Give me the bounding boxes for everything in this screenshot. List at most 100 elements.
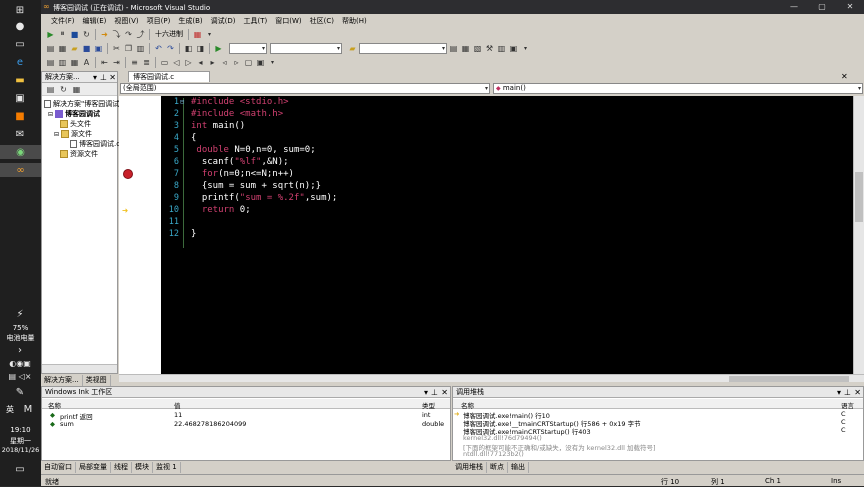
menu-help[interactable]: 帮助(H)	[338, 14, 371, 27]
window-layout-icon[interactable]: ▣	[508, 43, 519, 54]
hex-display-button[interactable]: 十六进制	[153, 29, 185, 39]
save-icon[interactable]: ■	[81, 43, 92, 54]
restart-icon[interactable]: ↻	[81, 29, 92, 40]
dropdown-arrow-icon[interactable]: ▾	[204, 29, 215, 40]
cut-icon[interactable]: ✂	[111, 43, 122, 54]
open-file-icon[interactable]: ▰	[69, 43, 80, 54]
mi-app-icon[interactable]: ■	[10, 109, 30, 123]
editor-gutter[interactable]	[119, 96, 161, 374]
ime-indicator[interactable]: 英	[0, 404, 20, 415]
break-all-icon[interactable]: ⏸	[57, 29, 68, 40]
task-view-icon[interactable]: ▭	[10, 37, 30, 51]
object-browser-icon[interactable]: ▧	[472, 43, 483, 54]
menu-tools[interactable]: 工具(T)	[239, 14, 271, 27]
stop-debugging-icon[interactable]: ■	[69, 29, 80, 40]
cortana-icon[interactable]: ●	[10, 19, 30, 33]
close-panel-icon[interactable]: ✕	[441, 387, 448, 398]
tab-call-stack[interactable]: 调用堆栈	[452, 462, 487, 473]
network-volume-icon[interactable]: ▤ ◁×	[2, 369, 38, 383]
close-panel-icon[interactable]: ✕	[854, 387, 861, 398]
step-out-icon[interactable]: ⤴	[135, 29, 146, 40]
menu-window[interactable]: 窗口(W)	[271, 14, 305, 27]
bookmark-window-icon[interactable]: ▣	[255, 57, 266, 68]
quick-info-icon[interactable]: ▦	[69, 57, 80, 68]
redo-icon[interactable]: ↷	[165, 43, 176, 54]
tree-solution-node[interactable]: 解决方案"博客园调试"(1	[44, 99, 130, 109]
close-document-icon[interactable]: ✕	[841, 72, 848, 81]
edge-browser-icon[interactable]: e	[10, 55, 30, 69]
start-page-icon[interactable]: ▥	[496, 43, 507, 54]
wechat-icon[interactable]: ◉	[0, 145, 41, 159]
continue-icon[interactable]: ▶	[45, 29, 56, 40]
refresh-icon[interactable]: ↻	[58, 84, 69, 95]
navigate-forward-icon[interactable]: ◨	[195, 43, 206, 54]
menu-build[interactable]: 生成(B)	[174, 14, 206, 27]
menu-community[interactable]: 社区(C)	[306, 14, 338, 27]
menu-project[interactable]: 项目(P)	[143, 14, 175, 27]
breakpoint-icon[interactable]	[123, 169, 133, 179]
increase-indent-icon[interactable]: ⇥	[111, 57, 122, 68]
list-item[interactable]: kernel32.dll!76d79494()	[453, 434, 853, 442]
start-debugging-icon[interactable]: ▶	[213, 43, 224, 54]
breakpoints-window-icon[interactable]: ▦	[192, 29, 203, 40]
toolbox-icon[interactable]: ⚒	[484, 43, 495, 54]
minimize-icon[interactable]: —	[780, 0, 808, 14]
window-position-icon[interactable]: ▾	[424, 387, 428, 398]
new-project-icon[interactable]: ▤	[45, 43, 56, 54]
toolbar-options-icon[interactable]: ▾	[520, 43, 531, 54]
list-item[interactable]: ntdll.dll!77123b2()	[453, 450, 853, 458]
auto-hide-pin-icon[interactable]: ⊥	[431, 387, 438, 398]
column-type[interactable]: 类型	[422, 400, 435, 410]
mail-icon[interactable]: ✉	[10, 127, 30, 141]
battery-icon[interactable]: ⚡	[10, 307, 30, 321]
scope-combo[interactable]: (全局范围) ▾	[120, 83, 490, 94]
menu-file[interactable]: 文件(F)	[47, 14, 79, 27]
show-next-statement-icon[interactable]: ➜	[99, 29, 110, 40]
find-combo[interactable]: ▾	[359, 42, 447, 54]
maximize-icon[interactable]: ▢	[808, 0, 836, 14]
tab-breakpoints[interactable]: 断点	[487, 462, 508, 473]
window-position-icon[interactable]: ▾	[837, 387, 841, 398]
visual-studio-icon[interactable]: ∞	[0, 163, 41, 177]
uncomment-icon[interactable]: ≣	[141, 57, 152, 68]
store-icon[interactable]: ▣	[10, 91, 30, 105]
add-item-icon[interactable]: ▦	[57, 43, 68, 54]
word-complete-icon[interactable]: A	[81, 57, 92, 68]
column-name[interactable]: 名称	[461, 400, 474, 410]
auto-hide-pin-icon[interactable]: ⊥	[100, 72, 107, 83]
undo-icon[interactable]: ↶	[153, 43, 164, 54]
tab-class-view[interactable]: 类视图	[83, 375, 111, 386]
solution-explorer-icon[interactable]: ▤	[448, 43, 459, 54]
list-item[interactable]: ➜ 博客园调试.exe!main() 行10 C	[453, 410, 853, 420]
editor-tab[interactable]: 博客园调试.c	[128, 71, 210, 82]
prev-bookmark-doc-icon[interactable]: ◃	[219, 57, 230, 68]
pen-icon[interactable]: ✎	[10, 385, 30, 399]
column-language[interactable]: 语言	[841, 400, 854, 410]
comment-out-icon[interactable]: ≡	[129, 57, 140, 68]
show-all-files-icon[interactable]: ▦	[71, 84, 82, 95]
text-toolbar-options-icon[interactable]: ▾	[267, 57, 278, 68]
step-into-icon[interactable]: ⤵	[111, 29, 122, 40]
menu-view[interactable]: 视图(V)	[110, 14, 142, 27]
code-editor[interactable]: ➜ ⊟ 1 2 3 4 5 6 7 8 9 10 11 12 #include …	[119, 96, 853, 374]
tab-threads[interactable]: 线程	[111, 462, 132, 473]
clock-time[interactable]: 19:10	[0, 426, 41, 434]
prev-bookmark-icon[interactable]: ◁	[171, 57, 182, 68]
collapse-icon[interactable]: ⊟	[48, 111, 53, 118]
tree-source-file[interactable]: 博客园调试.c	[70, 139, 120, 149]
decrease-indent-icon[interactable]: ⇤	[99, 57, 110, 68]
tray-icons[interactable]: ◐◉▣	[2, 356, 38, 370]
notification-icon[interactable]: ▭	[10, 462, 30, 476]
copy-icon[interactable]: ❐	[123, 43, 134, 54]
column-value[interactable]: 值	[174, 400, 181, 410]
prev-bookmark-folder-icon[interactable]: ◂	[195, 57, 206, 68]
solution-platform-combo[interactable]: ▾	[270, 42, 342, 54]
member-list-icon[interactable]: ▤	[45, 57, 56, 68]
next-bookmark-folder-icon[interactable]: ▸	[207, 57, 218, 68]
tab-autos[interactable]: 自动窗口	[41, 462, 76, 473]
step-over-icon[interactable]: ↷	[123, 29, 134, 40]
tab-solution-explorer[interactable]: 解决方案...	[41, 375, 83, 386]
properties-icon[interactable]: ▤	[45, 84, 56, 95]
menu-debug[interactable]: 调试(D)	[207, 14, 240, 27]
tab-watch-1[interactable]: 监视 1	[153, 462, 181, 473]
